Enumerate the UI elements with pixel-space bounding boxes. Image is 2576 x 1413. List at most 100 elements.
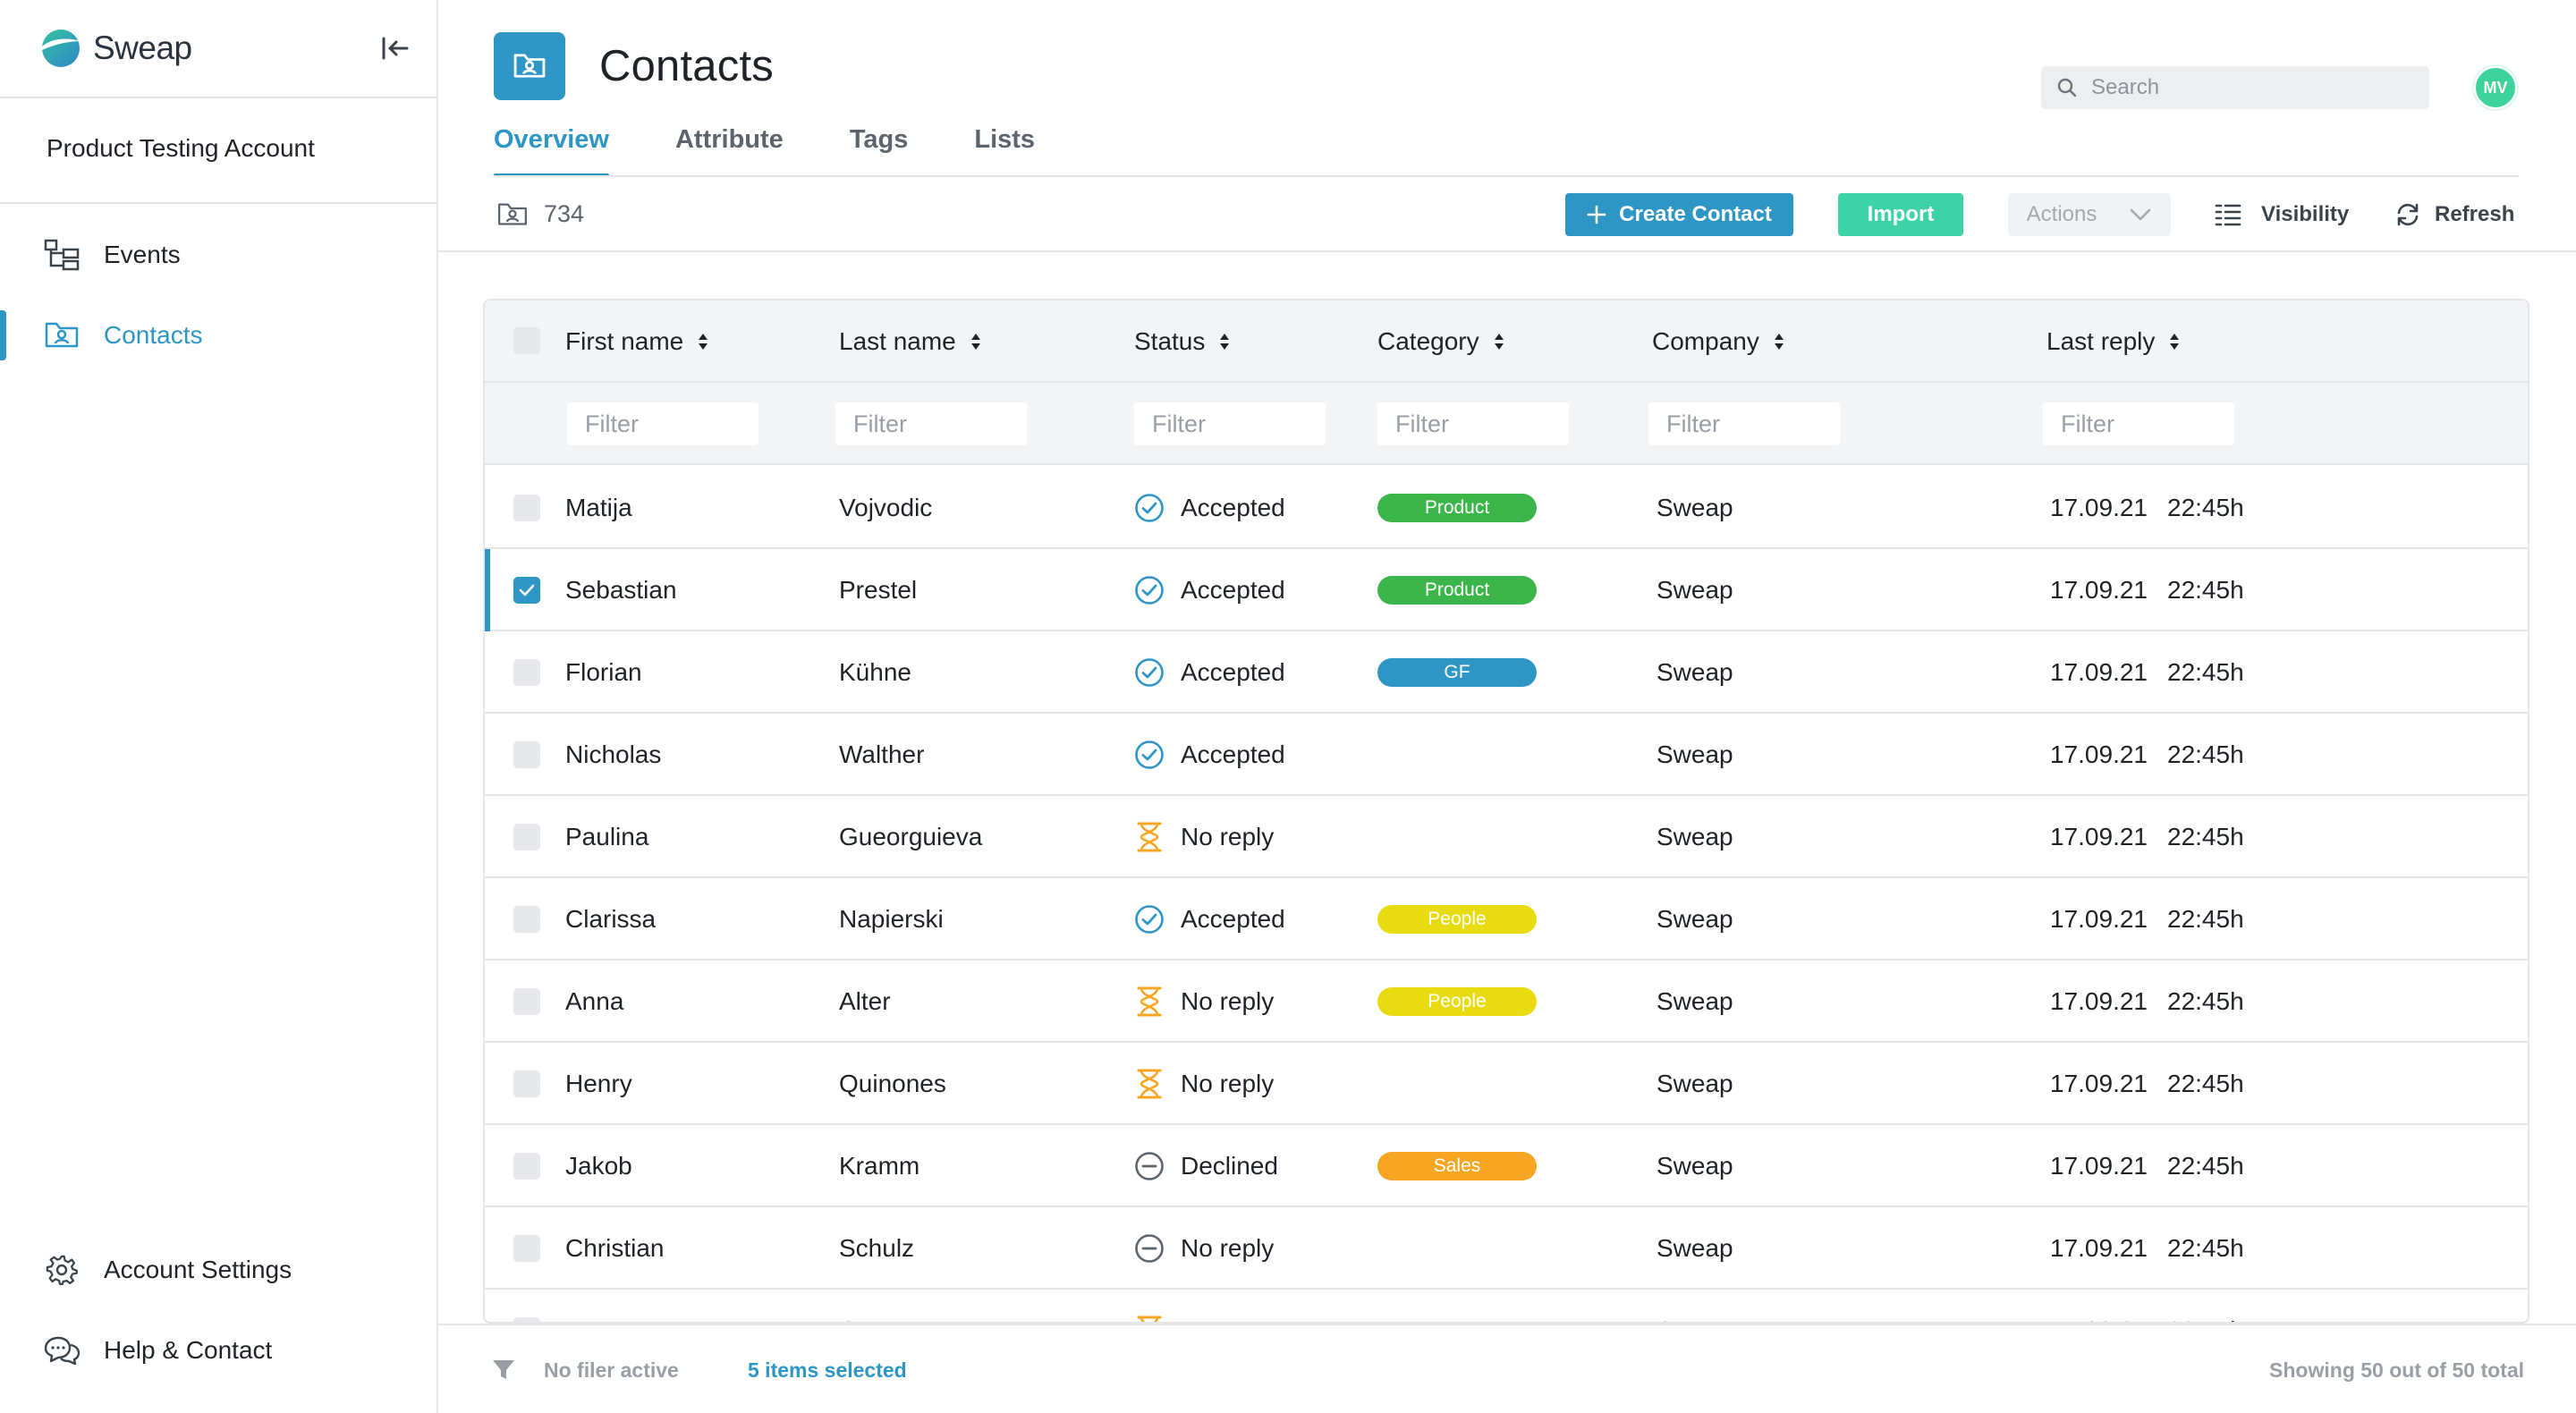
column-header-status[interactable]: Status — [1134, 327, 1230, 356]
contact-count-value: 734 — [544, 200, 585, 227]
page-icon — [494, 32, 565, 100]
cell-last-reply: 17.09.21 22:45h — [2050, 1043, 2244, 1125]
status-label: Accepted — [1181, 576, 1285, 604]
category-badge: GF — [1377, 658, 1537, 687]
last-reply-time: 22:45h — [2167, 905, 2244, 933]
row-checkbox[interactable] — [513, 988, 540, 1015]
row-checkbox[interactable] — [513, 659, 540, 686]
cell-first-name: Paulina — [565, 823, 649, 850]
filter-input-first-name[interactable] — [567, 402, 758, 445]
sidebar: Sweap Product Testing Account Events Con… — [0, 0, 438, 1413]
status-label: Declined — [1181, 1152, 1278, 1180]
brand[interactable]: Sweap — [39, 25, 192, 72]
cell-status: N — [1134, 1290, 1199, 1322]
import-label: Import — [1867, 202, 1935, 226]
status-label: No reply — [1181, 987, 1275, 1015]
column-label: Category — [1377, 327, 1479, 355]
table-row[interactable]: Sebastian Prestel Accepted Product Sweap 17.0… — [485, 549, 2528, 631]
sidebar-item-events[interactable]: Events — [0, 226, 436, 283]
sidebar-item-help-contact[interactable]: Help & Contact — [0, 1322, 436, 1379]
refresh-button[interactable]: Refresh — [2395, 195, 2514, 234]
gear-icon — [43, 1251, 80, 1289]
table-row[interactable]: Paulina Gueorguieva No reply Sweap 17.09.21 2… — [485, 796, 2528, 878]
plus-icon — [1587, 205, 1606, 224]
filter-input-status[interactable] — [1134, 402, 1326, 445]
row-checkbox[interactable] — [513, 741, 540, 768]
tab-attribute[interactable]: Attribute — [675, 125, 784, 177]
import-button[interactable]: Import — [1838, 193, 1963, 236]
actions-label: Actions — [2026, 202, 2097, 226]
table-row[interactable]: H Q N S 17.09.21 22:45h — [485, 1290, 2528, 1322]
sidebar-item-account-settings[interactable]: Account Settings — [0, 1241, 436, 1299]
table-row[interactable]: Clarissa Napierski Accepted People Sweap 17.0… — [485, 878, 2528, 960]
cell-status: Accepted — [1134, 878, 1285, 960]
row-checkbox[interactable] — [513, 1153, 540, 1180]
row-checkbox[interactable] — [513, 906, 540, 933]
cell-status: No reply — [1134, 1043, 1274, 1125]
tab-lists[interactable]: Lists — [974, 125, 1035, 177]
visibility-button[interactable]: Visibility — [2215, 195, 2349, 234]
table-row[interactable]: Matija Vojvodic Accepted Product Sweap 17.09.… — [485, 467, 2528, 549]
column-header-first-name[interactable]: First name — [565, 327, 708, 356]
column-header-company[interactable]: Company — [1652, 327, 1784, 356]
column-header-last-reply[interactable]: Last reply — [2046, 327, 2180, 356]
cell-first-name: Henry — [565, 1070, 632, 1097]
search-box[interactable] — [2041, 66, 2429, 109]
create-contact-button[interactable]: Create Contact — [1565, 193, 1793, 236]
table-row[interactable]: Anna Alter No reply People Sweap 17.09.21 22:4… — [485, 960, 2528, 1043]
avatar[interactable]: MV — [2474, 66, 2517, 109]
status-label: No reply — [1181, 823, 1275, 850]
actions-dropdown[interactable]: Actions — [2008, 193, 2171, 236]
row-checkbox[interactable] — [513, 495, 540, 521]
tab-tags[interactable]: Tags — [850, 125, 909, 177]
check-circle-icon — [1134, 493, 1165, 523]
cell-last-name: Gueorguieva — [839, 823, 983, 850]
cell-last-reply: 17.09.21 22:45h — [2050, 714, 2244, 796]
category-badge: Product — [1377, 494, 1537, 522]
events-tree-icon — [43, 236, 80, 274]
collapse-left-icon — [382, 37, 409, 60]
last-reply-date: 17.09.21 — [2050, 987, 2148, 1015]
last-reply-time: 22:45h — [2167, 1316, 2244, 1322]
collapse-sidebar-button[interactable] — [376, 29, 415, 68]
column-header-last-name[interactable]: Last name — [839, 327, 981, 356]
search-input[interactable] — [2091, 75, 2413, 100]
last-reply-date: 17.09.21 — [2050, 740, 2148, 768]
last-reply-time: 22:45h — [2167, 1070, 2244, 1097]
contacts-folder-icon — [497, 202, 528, 225]
row-checkbox[interactable] — [513, 1070, 540, 1097]
account-name[interactable]: Product Testing Account — [47, 134, 315, 163]
chevron-down-icon — [2131, 208, 2151, 221]
table-row[interactable]: Florian Kühne Accepted GF Sweap 17.09.21 22:45… — [485, 631, 2528, 714]
row-checkbox[interactable] — [513, 1235, 540, 1262]
filter-input-last-reply[interactable] — [2043, 402, 2234, 445]
filter-input-category[interactable] — [1377, 402, 1569, 445]
row-checkbox[interactable] — [513, 577, 540, 604]
table-row[interactable]: Henry Quinones No reply Sweap 17.09.21 22:45h — [485, 1043, 2528, 1125]
cell-last-name: Vojvodic — [839, 494, 933, 521]
total-count: Showing 50 out of 50 total — [2269, 1358, 2524, 1382]
column-header-category[interactable]: Category — [1377, 327, 1504, 356]
table-row[interactable]: Nicholas Walther Accepted Sweap 17.09.21 22:4… — [485, 714, 2528, 796]
filter-input-company[interactable] — [1648, 402, 1840, 445]
refresh-icon — [2397, 203, 2419, 226]
cell-company: Sweap — [1657, 987, 1733, 1015]
selected-count[interactable]: 5 items selected — [748, 1325, 907, 1413]
table-row[interactable]: Jakob Kramm Declined Sales Sweap 17.09.21 22:4… — [485, 1125, 2528, 1207]
sidebar-divider — [0, 202, 438, 204]
row-checkbox[interactable] — [513, 824, 540, 850]
row-checkbox[interactable] — [513, 1317, 540, 1322]
last-reply-time: 22:45h — [2167, 576, 2244, 604]
hourglass-icon — [1134, 1069, 1165, 1099]
sidebar-item-contacts[interactable]: Contacts — [0, 307, 436, 364]
column-label: Last name — [839, 327, 956, 355]
tab-overview[interactable]: Overview — [494, 125, 609, 177]
brand-name: Sweap — [93, 30, 192, 66]
table-row[interactable]: Christian Schulz No reply Sweap 17.09.21 22:4… — [485, 1207, 2528, 1290]
last-reply-date: 17.09.21 — [2050, 494, 2148, 521]
toolbar-divider — [438, 250, 2576, 252]
cell-first-name: Matija — [565, 494, 632, 521]
select-all-checkbox[interactable] — [513, 327, 540, 354]
filter-input-last-name[interactable] — [835, 402, 1027, 445]
cell-last-reply: 17.09.21 22:45h — [2050, 796, 2244, 878]
